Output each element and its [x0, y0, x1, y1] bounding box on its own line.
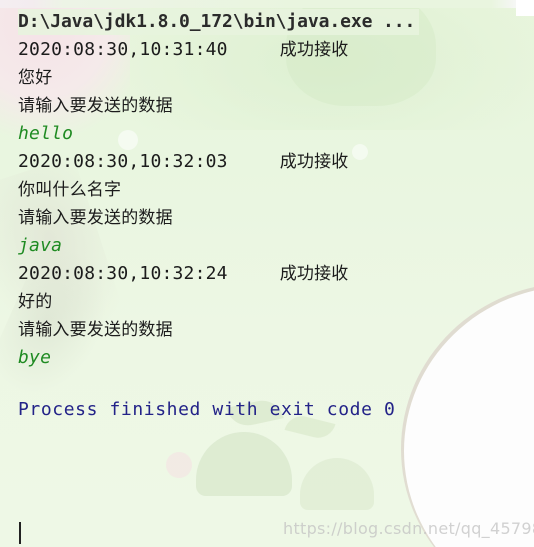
csdn-watermark: https://blog.csdn.net/qq_45798550 [283, 519, 534, 538]
console-line-prompt: 请输入要发送的数据 [18, 320, 173, 340]
console-line-timestamp: 2020:08:30,10:32:24 成功接收 [0, 260, 534, 288]
timestamp-value: 2020:08:30,10:32:24 [18, 263, 228, 284]
console-line-timestamp: 2020:08:30,10:31:40 成功接收 [0, 36, 534, 64]
status-text: 成功接收 [279, 40, 349, 60]
console-line-stdin: java [18, 235, 63, 256]
status-text: 成功接收 [279, 152, 349, 172]
console-exit-status: Process finished with exit code 0 [18, 399, 396, 420]
timestamp-value: 2020:08:30,10:31:40 [18, 39, 228, 60]
background-mushroom-shape [196, 432, 292, 496]
console-line-prompt: 请输入要发送的数据 [18, 208, 173, 228]
console-text-caret [19, 522, 21, 544]
background-dot [166, 452, 192, 478]
console-line-message: 好的 [18, 292, 53, 312]
console-line-prompt: 请输入要发送的数据 [18, 96, 173, 116]
console-line-stdin: hello [18, 123, 74, 144]
status-text: 成功接收 [279, 264, 349, 284]
background-mushroom-shape [300, 458, 374, 510]
console-line-timestamp: 2020:08:30,10:32:03 成功接收 [0, 148, 534, 176]
console-line-stdin: bye [18, 347, 52, 368]
command-line-text: D:\Java\jdk1.8.0_172\bin\java.exe ... [18, 9, 420, 35]
console-line-message: 你叫什么名字 [18, 180, 122, 200]
console-line-message: 您好 [18, 68, 53, 88]
timestamp-value: 2020:08:30,10:32:03 [18, 151, 228, 172]
console-window[interactable]: D:\Java\jdk1.8.0_172\bin\java.exe ... 20… [0, 0, 534, 547]
console-output[interactable]: D:\Java\jdk1.8.0_172\bin\java.exe ... 20… [0, 0, 534, 424]
console-command-line: D:\Java\jdk1.8.0_172\bin\java.exe ... [0, 8, 534, 36]
